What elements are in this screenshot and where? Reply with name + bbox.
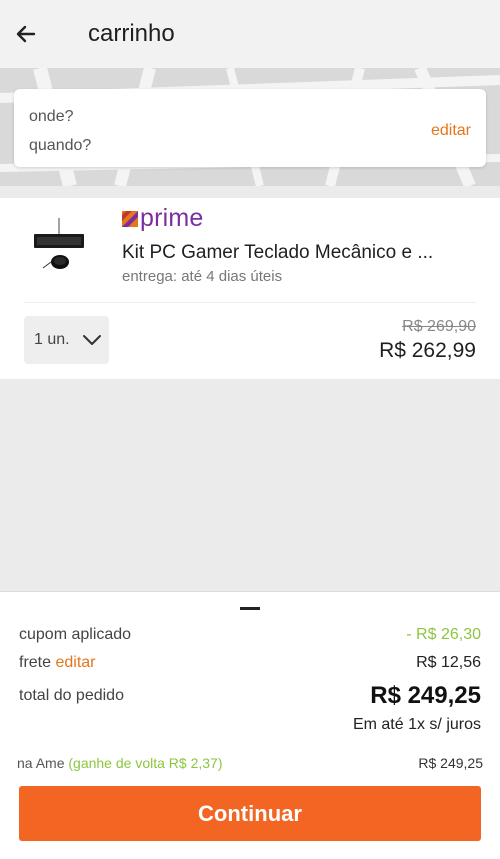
arrow-left-icon — [16, 25, 36, 43]
sheet-drag-handle[interactable] — [240, 607, 260, 610]
location-where: onde? — [29, 108, 74, 125]
delivery-estimate: entrega: até 4 dias úteis — [122, 268, 283, 285]
ame-value: R$ 249,25 — [418, 755, 483, 771]
product-thumbnail — [34, 218, 84, 269]
location-when: quando? — [29, 137, 92, 154]
original-price: R$ 269,90 — [402, 318, 476, 335]
ame-label: na Ame — [17, 755, 65, 771]
coupon-label: cupom aplicado — [19, 626, 132, 643]
installments-info: Em até 1x s/ juros — [352, 716, 481, 733]
prime-logo-icon — [122, 210, 138, 227]
shipping-label: frete — [19, 654, 52, 671]
shipping-value: R$ 12,56 — [416, 654, 481, 671]
ame-cashback: (ganhe de volta R$ 2,37) — [68, 755, 223, 771]
chevron-down-icon — [82, 335, 101, 345]
location-edit-link[interactable]: editar — [431, 122, 471, 140]
quantity-dropdown[interactable]: 1 un. — [24, 316, 109, 364]
prime-label: prime — [140, 204, 204, 232]
location-card[interactable]: onde? quando? editar — [14, 89, 486, 167]
quantity-value: 1 un. — [34, 331, 70, 348]
order-summary-sheet: cupom aplicado - R$ 26,30 frete editar R… — [0, 591, 500, 859]
page-title: carrinho — [88, 20, 175, 47]
ame-row: na Ame (ganhe de volta R$ 2,37) — [17, 755, 222, 771]
current-price: R$ 262,99 — [379, 339, 476, 362]
cart-item: prime Kit PC Gamer Teclado Mecânico e ..… — [0, 198, 500, 379]
coupon-value: - R$ 26,30 — [406, 626, 481, 643]
shipping-row: frete editar — [19, 654, 96, 672]
top-app-bar: carrinho — [0, 0, 500, 68]
continue-button[interactable]: Continuar — [19, 786, 481, 841]
product-title[interactable]: Kit PC Gamer Teclado Mecânico e ... — [122, 242, 462, 264]
shipping-edit-link[interactable]: editar — [55, 654, 95, 671]
prime-logo: prime — [122, 204, 204, 233]
total-value: R$ 249,25 — [370, 682, 481, 709]
divider — [24, 302, 476, 303]
back-button[interactable] — [0, 0, 52, 68]
total-label: total do pedido — [19, 687, 124, 704]
